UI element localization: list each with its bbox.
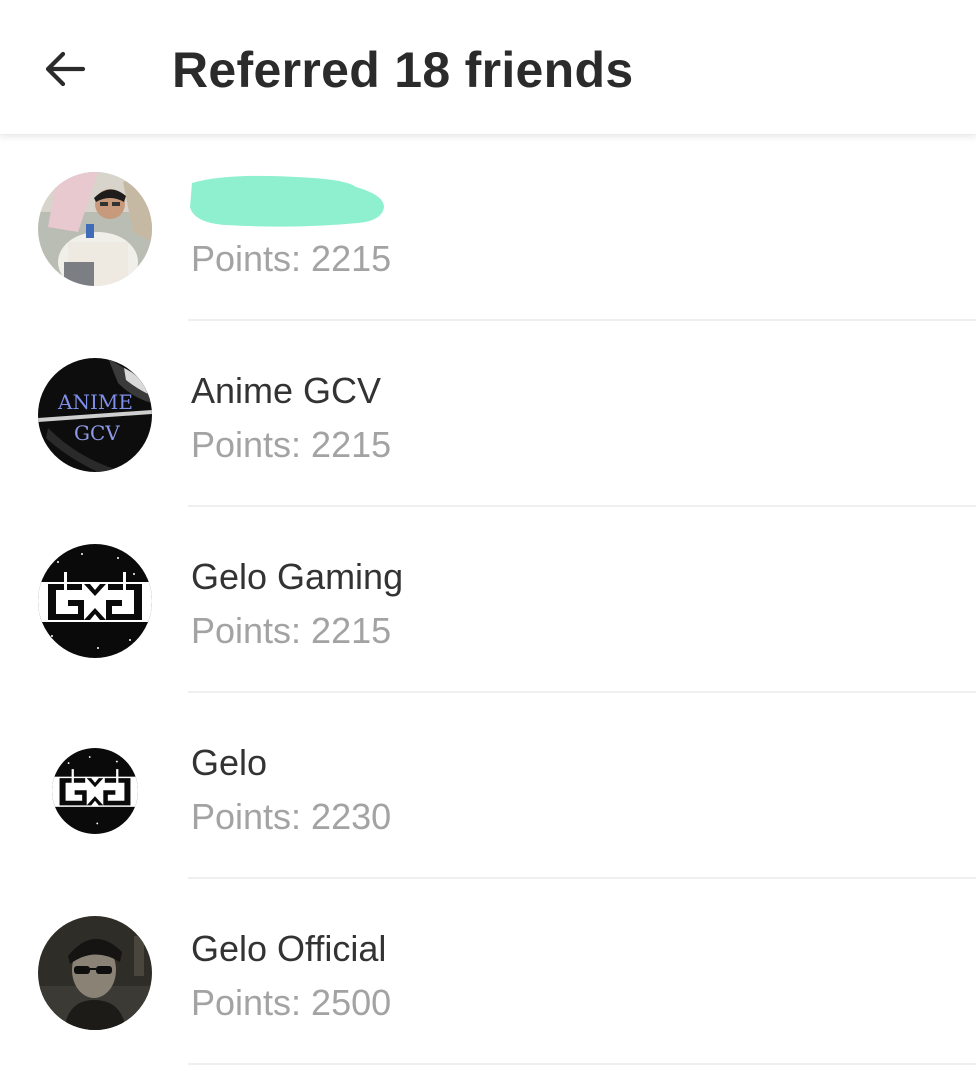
back-button[interactable] bbox=[30, 34, 100, 104]
friend-name: Gelo bbox=[191, 742, 268, 783]
avatar-text-anime: ANIME bbox=[57, 390, 133, 414]
points-label: Points: 2215 bbox=[191, 424, 392, 465]
friend-name: Gelo Gaming bbox=[191, 556, 404, 597]
row-divider bbox=[188, 1063, 976, 1065]
list-item[interactable]: Gelo Points: 2230 bbox=[0, 693, 976, 879]
points-label: Points: 2215 bbox=[191, 238, 392, 279]
gelo-logo-icon bbox=[38, 544, 152, 658]
avatar bbox=[38, 544, 152, 658]
avatar bbox=[38, 172, 152, 286]
points-label: Points: 2230 bbox=[191, 796, 392, 837]
avatar bbox=[52, 748, 138, 834]
app-header: Referred 18 friends bbox=[0, 0, 976, 135]
arrow-left-icon bbox=[45, 51, 86, 87]
avatar bbox=[38, 916, 152, 1030]
friend-name: Anime GCV bbox=[191, 370, 382, 411]
list-item[interactable]: Gelo Official Points: 2500 bbox=[0, 879, 976, 1065]
avatar-text-gcv: GCV bbox=[74, 421, 120, 445]
referred-friends-screen: Referred 18 friends Points: 2215 ANIME G… bbox=[0, 0, 976, 1080]
points-label: Points: 2215 bbox=[191, 610, 392, 651]
list-item[interactable]: Gelo Gaming Points: 2215 bbox=[0, 507, 976, 693]
list-item[interactable]: ANIME GCV Anime GCV Points: 2215 bbox=[0, 321, 976, 507]
avatar: ANIME GCV bbox=[38, 358, 152, 472]
user-photo-icon bbox=[38, 172, 152, 286]
user-photo-icon bbox=[38, 916, 152, 1030]
points-label: Points: 2500 bbox=[191, 982, 392, 1023]
friend-name: Gelo Official bbox=[191, 928, 387, 969]
list-item[interactable]: Points: 2215 bbox=[0, 135, 976, 321]
friends-list: Points: 2215 ANIME GCV Anime GCV Points:… bbox=[0, 135, 976, 1065]
anime-gcv-logo-icon: ANIME GCV bbox=[38, 358, 152, 472]
redaction-mark bbox=[190, 175, 384, 227]
gelo-logo-small-icon bbox=[52, 748, 138, 834]
page-title: Referred 18 friends bbox=[172, 42, 634, 98]
